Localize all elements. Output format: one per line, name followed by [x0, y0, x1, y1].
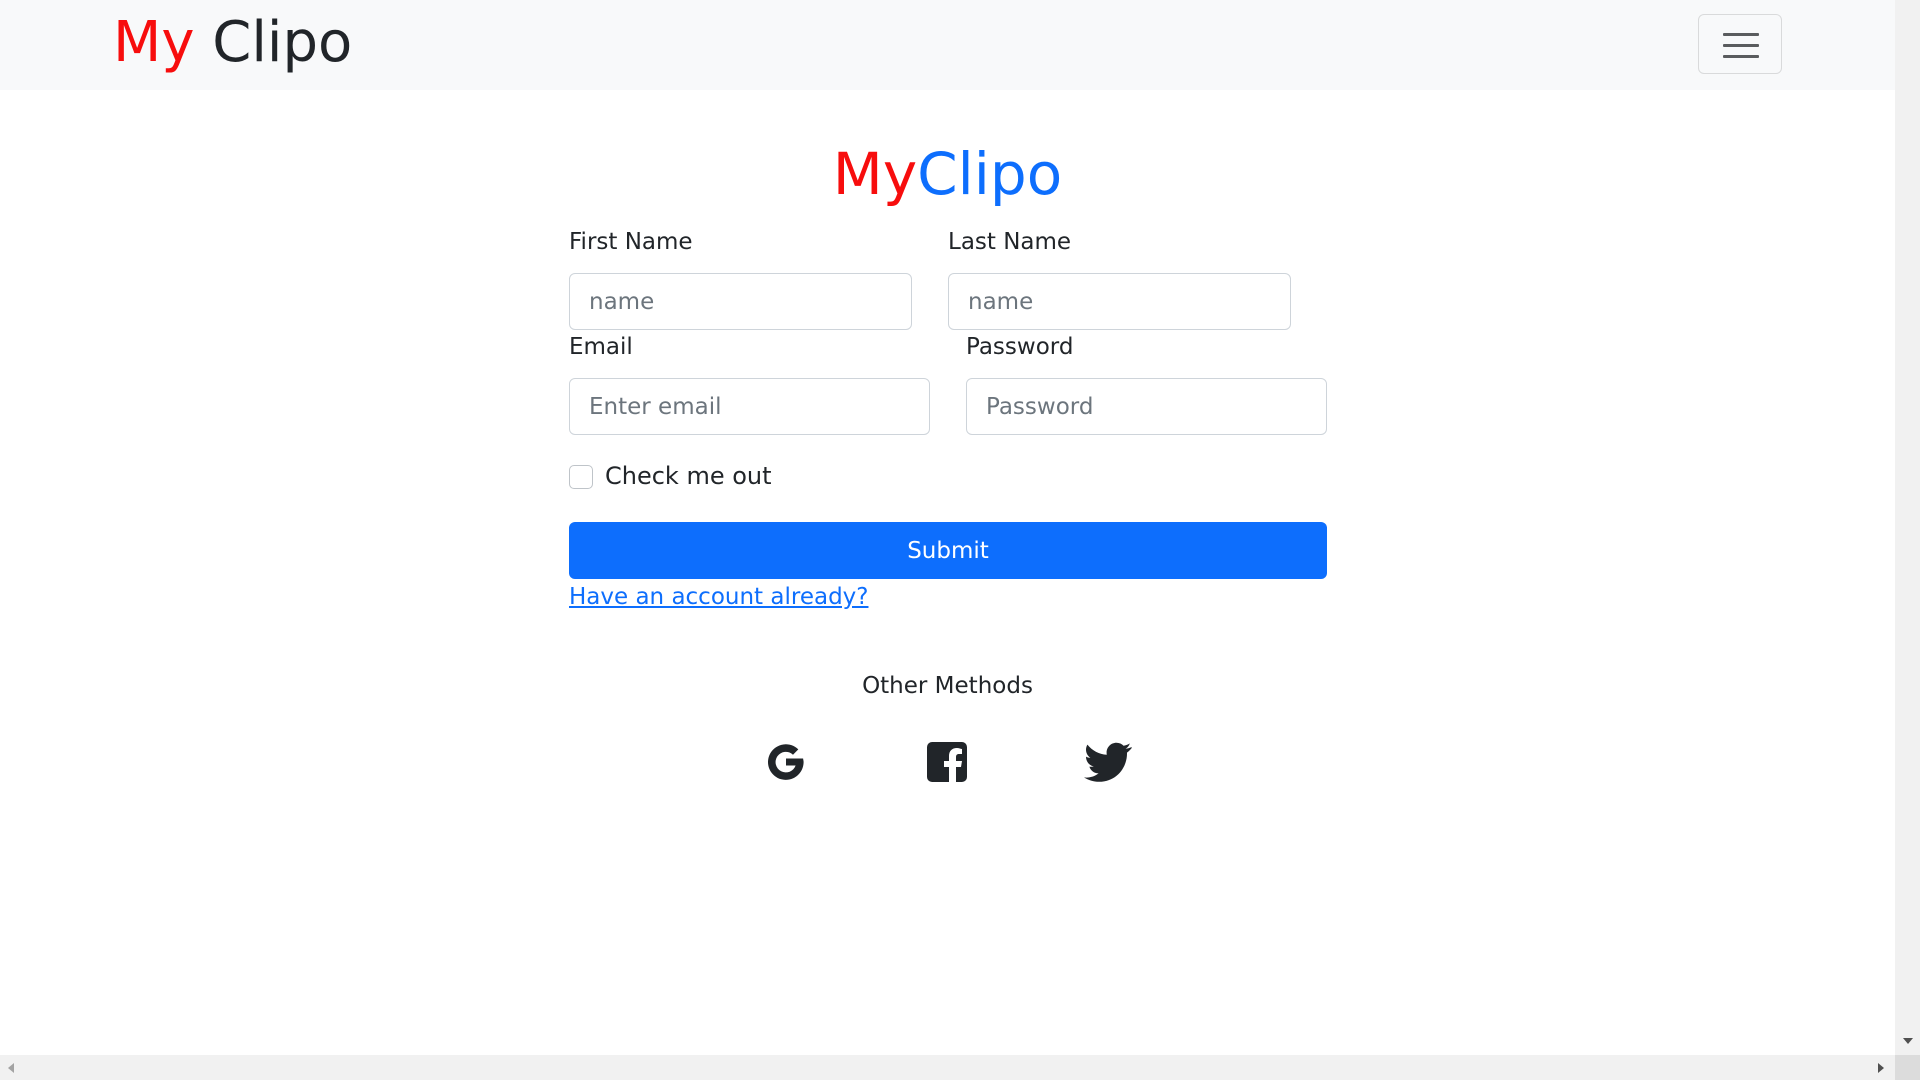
other-methods-heading: Other Methods: [862, 673, 1033, 699]
twitter-icon[interactable]: [1084, 738, 1132, 786]
title-part-my: My: [832, 140, 918, 208]
form-title: MyClipo: [569, 140, 1326, 208]
vertical-scrollbar[interactable]: [1895, 0, 1920, 1055]
last-name-label: Last Name: [948, 229, 1072, 255]
email-input[interactable]: [569, 378, 930, 435]
navbar-toggler-button[interactable]: [1698, 14, 1782, 74]
horizontal-scrollbar[interactable]: [0, 1055, 1895, 1080]
scroll-left-arrow-icon[interactable]: [8, 1063, 14, 1073]
google-icon[interactable]: [762, 738, 810, 786]
have-account-link[interactable]: Have an account already?: [569, 581, 868, 613]
check-me-out-checkbox[interactable]: [569, 465, 593, 489]
check-me-out-label[interactable]: Check me out: [605, 461, 772, 491]
scrollbar-corner: [1895, 1055, 1920, 1080]
password-label: Password: [966, 334, 1074, 360]
brand-part-my: My: [113, 10, 195, 75]
brand-part-clipo: Clipo: [194, 10, 353, 75]
email-label: Email: [569, 334, 633, 360]
facebook-icon[interactable]: [923, 738, 971, 786]
password-input[interactable]: [966, 378, 1327, 435]
last-name-input[interactable]: [948, 273, 1291, 330]
navbar: My Clipo: [0, 0, 1895, 90]
scroll-down-arrow-icon[interactable]: [1903, 1038, 1913, 1044]
title-part-clipo: Clipo: [917, 140, 1063, 208]
submit-button[interactable]: Submit: [569, 522, 1327, 579]
first-name-label: First Name: [569, 229, 693, 255]
scroll-right-arrow-icon[interactable]: [1878, 1063, 1884, 1073]
first-name-input[interactable]: [569, 273, 912, 330]
brand-logo[interactable]: My Clipo: [113, 9, 352, 76]
